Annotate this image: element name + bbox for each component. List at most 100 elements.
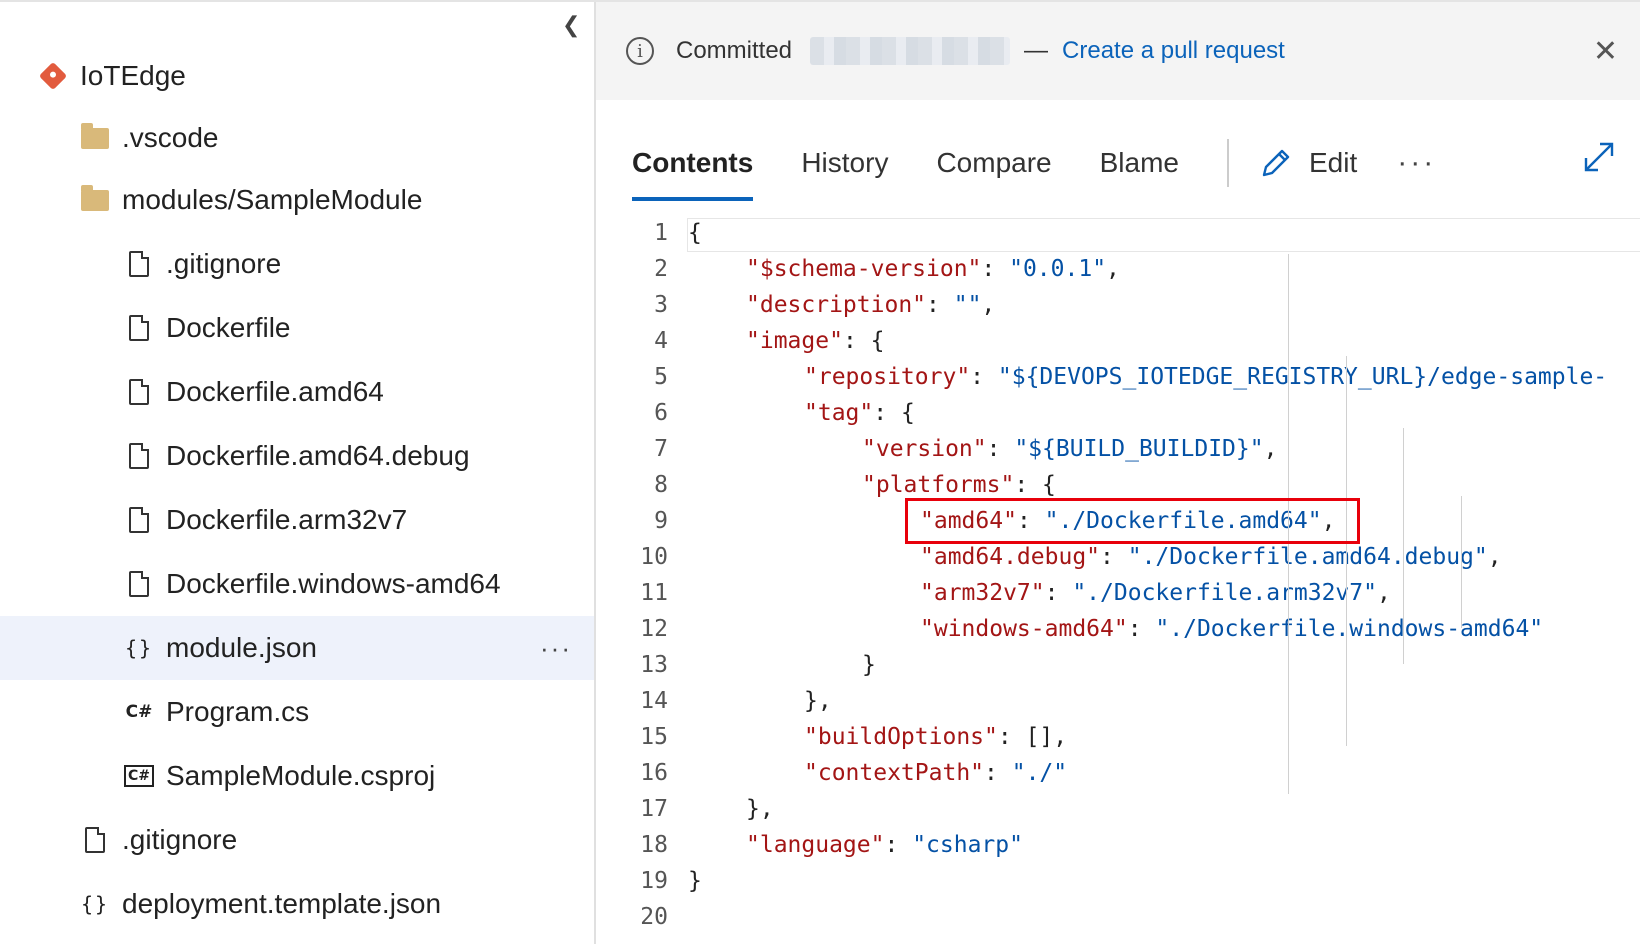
punctuation: } xyxy=(862,652,876,678)
tree-item-label: .vscode xyxy=(122,122,219,153)
blurred-commit-id xyxy=(810,37,1011,65)
punctuation: , xyxy=(1106,256,1120,282)
file-icon xyxy=(124,377,154,407)
close-icon[interactable]: ✕ xyxy=(1593,34,1618,69)
json-key: "language" xyxy=(746,832,885,858)
json-key: "tag" xyxy=(804,400,874,426)
tree-item-label: deployment.template.json xyxy=(122,888,442,919)
tree-item-samplemodule-csproj[interactable]: C# SampleModule.csproj xyxy=(0,744,594,808)
tree-item-module-json[interactable]: {} module.json ··· xyxy=(0,616,594,680)
commit-banner: i Committed — Create a pull request ✕ xyxy=(596,2,1640,100)
punctuation: , xyxy=(1487,544,1502,570)
code-line: }, xyxy=(746,796,774,822)
tree-item-deployment-template-json[interactable]: {} deployment.template.json xyxy=(0,872,594,936)
indent-guide xyxy=(1403,428,1404,664)
repo-root[interactable]: IoTEdge xyxy=(0,44,594,108)
file-icon xyxy=(124,505,154,535)
json-braces-icon: {} xyxy=(124,636,154,660)
code-line: "arm32v7": "./Dockerfile.arm32v7", xyxy=(920,580,1391,606)
create-pull-request-link[interactable]: Create a pull request xyxy=(1062,37,1285,65)
punctuation: : xyxy=(884,832,913,858)
punctuation: : xyxy=(1044,580,1073,606)
punctuation: : [], xyxy=(997,724,1068,750)
punctuation: : xyxy=(986,436,1015,462)
code-line: "version": "${BUILD_BUILDID}", xyxy=(862,436,1277,462)
punctuation: { xyxy=(688,220,702,246)
json-key: "arm32v7" xyxy=(920,580,1045,606)
punctuation: , xyxy=(981,292,996,318)
tree-item-label: Dockerfile.amd64.debug xyxy=(166,440,470,471)
code-line: "language": "csharp" xyxy=(746,832,1023,858)
line-number: 17 xyxy=(640,796,668,822)
code-line: }, xyxy=(804,688,832,714)
code-viewer: 1 2 3 4 5 6 7 8 9 10 11 12 13 14 15 16 17 18 19 20 {"$schem… xyxy=(600,216,1640,944)
code-line: "tag": { xyxy=(804,400,915,426)
punctuation: : { xyxy=(842,328,885,354)
tree-item-label: Dockerfile xyxy=(166,312,291,343)
expand-icon[interactable] xyxy=(1582,140,1616,174)
json-string: "./Dockerfile.arm32v7" xyxy=(1072,580,1377,606)
tab-blame[interactable]: Blame xyxy=(1100,133,1179,193)
tab-contents[interactable]: Contents xyxy=(632,133,754,201)
csproj-icon: C# xyxy=(124,761,155,791)
edit-button[interactable]: Edit xyxy=(1259,146,1357,180)
tree-item-vscode[interactable]: .vscode xyxy=(0,106,594,170)
json-string: "csharp" xyxy=(912,832,1023,858)
chevron-left-icon[interactable]: ❮ xyxy=(562,12,580,38)
code-line: "$schema-version": "0.0.1", xyxy=(746,256,1120,282)
tab-history[interactable]: History xyxy=(801,133,888,193)
tree-item-module-gitignore[interactable]: .gitignore xyxy=(0,232,594,296)
folder-icon xyxy=(80,184,110,215)
repo-name: IoTEdge xyxy=(80,60,186,91)
current-line-highlight xyxy=(687,218,1640,252)
file-tree-sidebar: ❮ IoTEdge .vscode modules/SampleModule .… xyxy=(0,2,596,944)
tree-item-label: .gitignore xyxy=(122,824,238,855)
line-number: 3 xyxy=(654,292,668,318)
tree-item-dockerfile-amd64-debug[interactable]: Dockerfile.amd64.debug xyxy=(0,424,594,488)
line-number: 11 xyxy=(640,580,668,606)
code-line: } xyxy=(862,652,876,678)
punctuation: : xyxy=(1127,616,1156,642)
code-line: "repository": "${DEVOPS_IOTEDGE_REGISTRY… xyxy=(804,364,1607,390)
tab-compare[interactable]: Compare xyxy=(936,133,1051,193)
punctuation: : xyxy=(981,256,1010,282)
tree-item-label: SampleModule.csproj xyxy=(166,760,436,791)
line-number: 20 xyxy=(640,904,668,930)
json-braces-icon: {} xyxy=(80,892,110,916)
code-line: "image": { xyxy=(746,328,884,354)
tree-item-label: Dockerfile.amd64 xyxy=(166,376,384,407)
tree-item-label: Program.cs xyxy=(166,696,310,727)
info-icon: i xyxy=(626,37,654,65)
punctuation: : xyxy=(926,292,954,318)
tree-item-dockerfile-arm32v7[interactable]: Dockerfile.arm32v7 xyxy=(0,488,594,552)
file-icon xyxy=(80,825,110,855)
git-repo-icon xyxy=(38,61,68,91)
file-icon xyxy=(124,249,154,279)
tree-item-label: Dockerfile.arm32v7 xyxy=(166,504,408,535)
more-options-icon[interactable]: ··· xyxy=(540,633,572,664)
code-line: "windows-amd64": "./Dockerfile.windows-a… xyxy=(920,616,1543,642)
punctuation: , xyxy=(1263,436,1278,462)
tree-item-dockerfile[interactable]: Dockerfile xyxy=(0,296,594,360)
punctuation: , xyxy=(1376,580,1391,606)
commit-status: Committed xyxy=(676,37,793,64)
punctuation: : xyxy=(970,364,998,390)
file-icon xyxy=(124,441,154,471)
line-number: 1 xyxy=(654,220,668,246)
code-line: "platforms": { xyxy=(862,472,1056,498)
json-key: "version" xyxy=(862,436,987,462)
json-string: "${DEVOPS_IOTEDGE_REGISTRY_URL}/edge-sam… xyxy=(997,364,1608,390)
tree-item-program-cs[interactable]: C# Program.cs xyxy=(0,680,594,744)
tree-item-root-gitignore[interactable]: .gitignore xyxy=(0,808,594,872)
indent-guide xyxy=(1461,496,1462,628)
json-key: "$schema-version" xyxy=(746,256,982,282)
json-key: "amd64.debug" xyxy=(920,544,1101,570)
tree-item-label: .gitignore xyxy=(166,248,282,279)
tree-item-dockerfile-windows-amd64[interactable]: Dockerfile.windows-amd64 xyxy=(0,552,594,616)
tree-item-dockerfile-amd64[interactable]: Dockerfile.amd64 xyxy=(0,360,594,424)
more-actions-icon[interactable]: ··· xyxy=(1397,146,1436,180)
line-number: 19 xyxy=(640,868,668,894)
pencil-icon xyxy=(1262,149,1290,177)
tree-item-label: modules/SampleModule xyxy=(122,184,423,215)
tree-item-modules-samplemodule[interactable]: modules/SampleModule xyxy=(0,168,594,232)
